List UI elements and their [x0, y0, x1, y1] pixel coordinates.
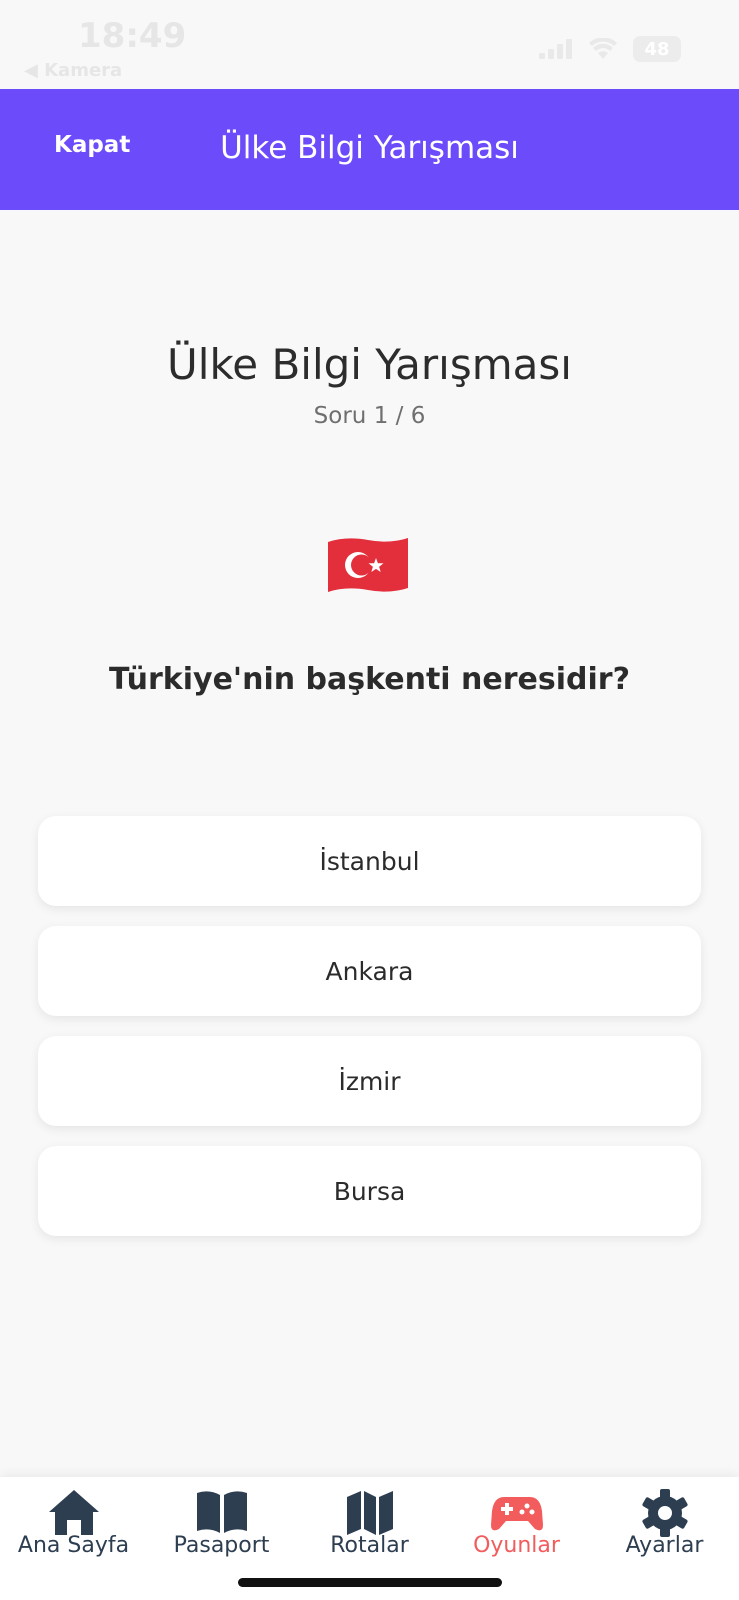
tab-settings[interactable]: Ayarlar [591, 1477, 738, 1587]
system-icons: 48 [539, 36, 681, 62]
answer-option[interactable]: İzmir [38, 1036, 701, 1126]
app-header: Kapat Ülke Bilgi Yarışması [0, 89, 739, 210]
tab-label: Pasaport [173, 1533, 270, 1558]
question-text: Türkiye'nin başkenti neresidir? [109, 662, 630, 697]
home-icon [48, 1490, 99, 1535]
tab-routes[interactable]: Rotalar [296, 1477, 443, 1587]
turkey-flag-icon [328, 538, 408, 592]
quiz-title: Ülke Bilgi Yarışması [167, 340, 572, 389]
book-icon [196, 1491, 247, 1533]
tab-home[interactable]: Ana Sayfa [0, 1477, 147, 1587]
status-bar: 18:49 ◀ Kamera 48 [0, 0, 739, 89]
tab-label: Rotalar [330, 1533, 409, 1558]
map-icon [346, 1491, 393, 1535]
gamepad-icon [490, 1497, 543, 1531]
signal-icon [539, 39, 572, 59]
status-time: 18:49 [78, 16, 187, 56]
question-progress: Soru 1 / 6 [313, 403, 426, 429]
battery-indicator: 48 [633, 36, 681, 62]
tab-label: Oyunlar [473, 1533, 560, 1558]
answer-option[interactable]: Bursa [38, 1146, 701, 1236]
tab-passport[interactable]: Pasaport [148, 1477, 295, 1587]
back-to-app-link[interactable]: ◀ Kamera [24, 60, 122, 81]
tab-label: Ana Sayfa [17, 1533, 130, 1558]
home-indicator [238, 1578, 502, 1587]
gear-icon [641, 1489, 688, 1537]
tab-label: Ayarlar [625, 1533, 704, 1558]
header-title: Ülke Bilgi Yarışması [220, 130, 519, 166]
answer-option[interactable]: Ankara [38, 926, 701, 1016]
answer-option[interactable]: İstanbul [38, 816, 701, 906]
answer-options: İstanbul Ankara İzmir Bursa [38, 816, 701, 1256]
wifi-icon [589, 38, 617, 59]
tab-games[interactable]: Oyunlar [443, 1477, 590, 1587]
